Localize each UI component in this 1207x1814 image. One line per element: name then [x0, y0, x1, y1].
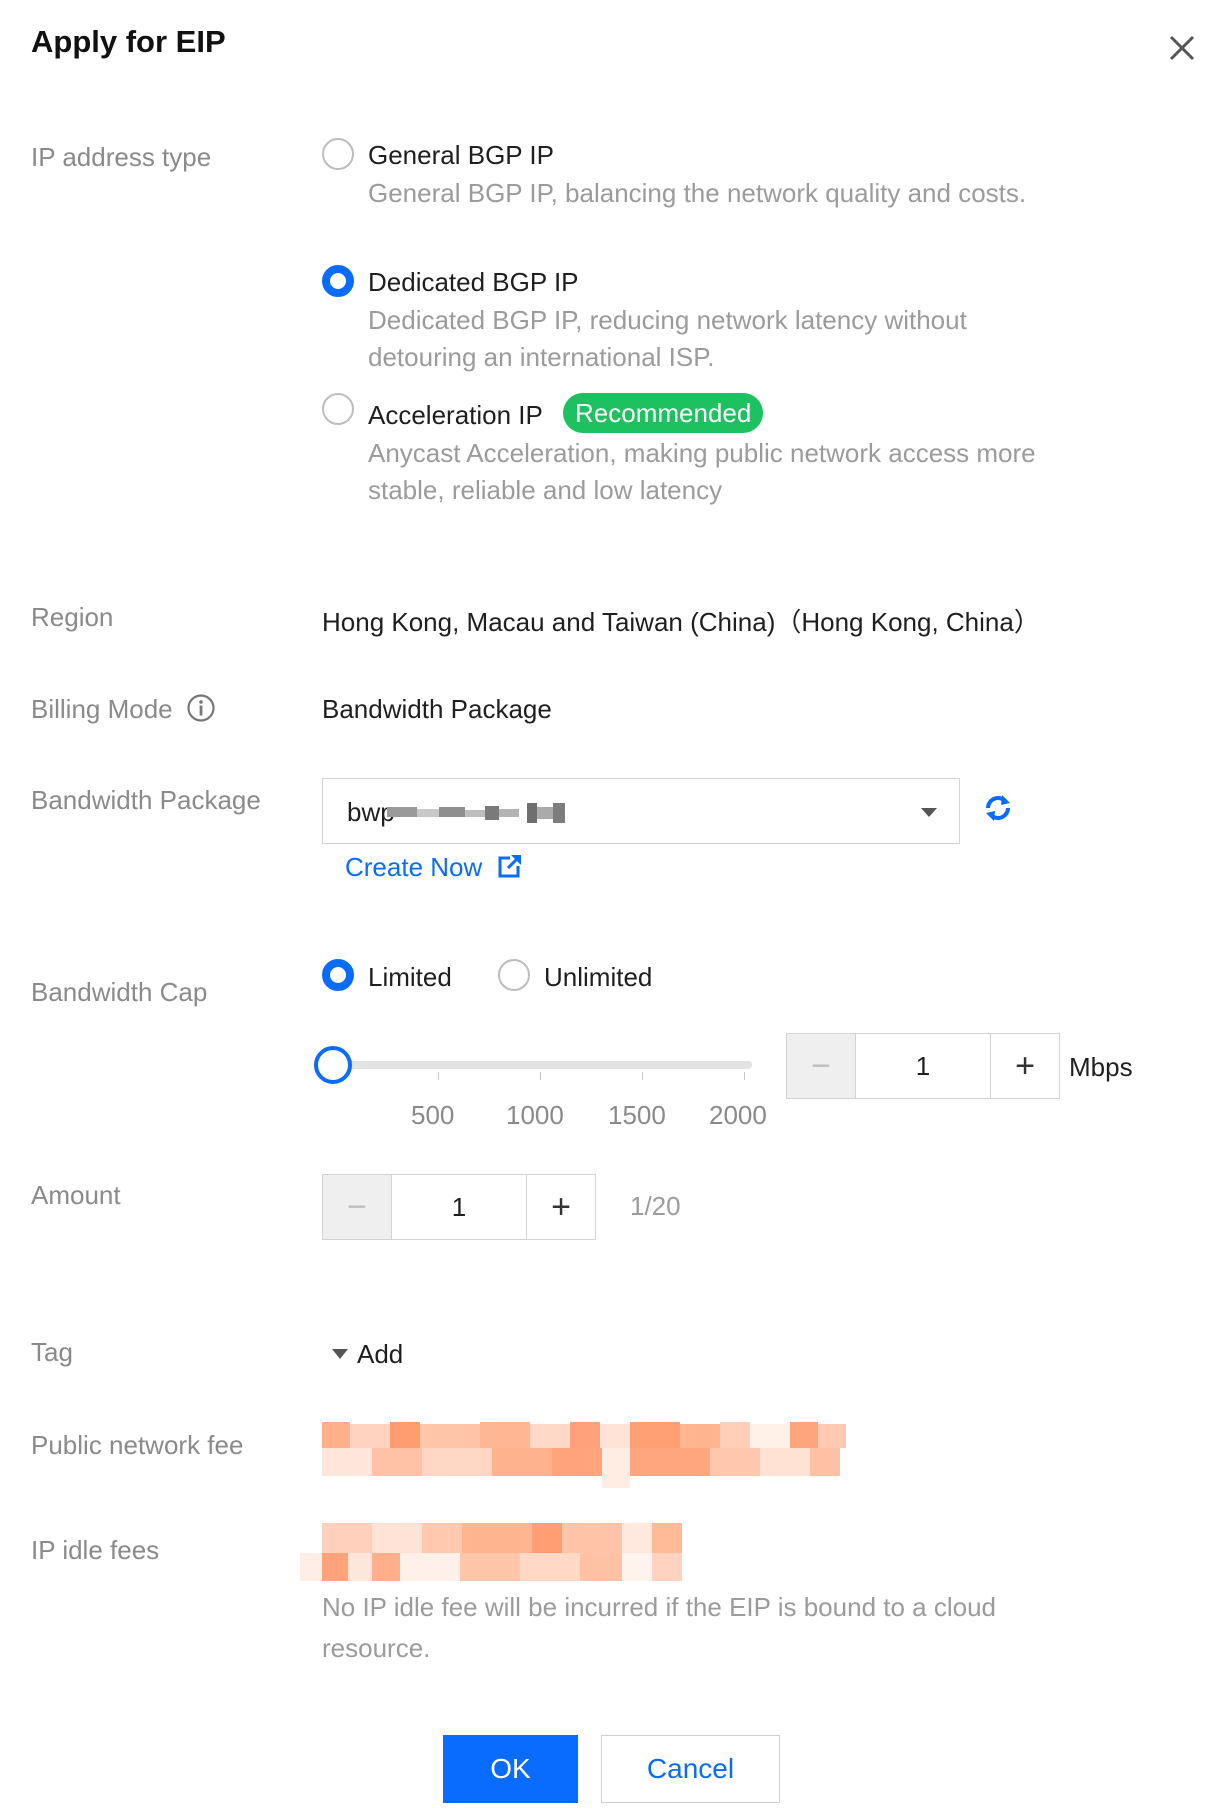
- bandwidth-package-label: Bandwidth Package: [31, 785, 261, 815]
- redacted-package-id: [387, 803, 565, 823]
- ok-button[interactable]: OK: [443, 1735, 578, 1803]
- slider-tick: [642, 1072, 643, 1080]
- bandwidth-package-select[interactable]: bwp: [322, 778, 960, 844]
- ip-type-label: IP address type: [31, 142, 212, 172]
- caret-down-icon: [332, 1349, 348, 1359]
- option-general-bgp-title: General BGP IP: [368, 140, 554, 170]
- tag-add-button[interactable]: Add: [357, 1339, 403, 1370]
- public-network-fee-label: Public network fee: [31, 1430, 244, 1460]
- bandwidth-increment-button[interactable]: +: [990, 1034, 1059, 1098]
- slider-tick-label: 1500: [608, 1100, 666, 1130]
- slider-tick: [438, 1072, 439, 1080]
- slider-tick: [540, 1072, 541, 1080]
- unlimited-label: Unlimited: [544, 962, 653, 992]
- amount-increment-button[interactable]: +: [526, 1175, 595, 1239]
- option-general-bgp-desc: General BGP IP, balancing the network qu…: [368, 178, 1027, 208]
- radio-limited[interactable]: [322, 959, 354, 991]
- bandwidth-slider-track[interactable]: [334, 1061, 752, 1069]
- region-label: Region: [31, 602, 114, 632]
- slider-tick-label: 2000: [709, 1100, 767, 1130]
- slider-tick-label: 500: [411, 1100, 455, 1130]
- redacted-idle-fee: [300, 1523, 682, 1581]
- radio-dedicated-bgp[interactable]: [322, 265, 354, 297]
- create-now-link[interactable]: Create Now: [345, 852, 522, 883]
- bandwidth-stepper: − 1 +: [786, 1033, 1060, 1099]
- slider-tick: [744, 1072, 745, 1080]
- bandwidth-value-input[interactable]: 1: [855, 1034, 991, 1098]
- amount-quota: 1/20: [630, 1191, 681, 1221]
- radio-unlimited[interactable]: [498, 959, 530, 991]
- chevron-down-icon: [921, 808, 937, 817]
- amount-decrement-button[interactable]: −: [323, 1175, 392, 1239]
- amount-value-input[interactable]: 1: [391, 1175, 527, 1239]
- refresh-icon[interactable]: [980, 790, 1016, 826]
- ip-idle-fee-note: No IP idle fee will be incurred if the E…: [322, 1592, 996, 1663]
- bandwidth-decrement-button[interactable]: −: [787, 1034, 856, 1098]
- ip-idle-fees-label: IP idle fees: [31, 1535, 160, 1565]
- bandwidth-cap-label: Bandwidth Cap: [31, 977, 208, 1007]
- option-dedicated-bgp-desc: Dedicated BGP IP, reducing network laten…: [368, 305, 967, 372]
- info-icon[interactable]: [186, 693, 216, 723]
- option-acceleration-ip-title: Acceleration IP: [368, 400, 543, 430]
- apply-eip-dialog: Apply for EIP IP address type General BG…: [0, 0, 1207, 1814]
- cancel-button[interactable]: Cancel: [601, 1735, 780, 1803]
- external-link-icon: [498, 854, 521, 878]
- radio-general-bgp[interactable]: [322, 138, 354, 170]
- recommended-badge: Recommended: [563, 393, 764, 433]
- option-dedicated-bgp-title: Dedicated BGP IP: [368, 267, 579, 297]
- billing-mode-label: Billing Mode: [31, 694, 173, 724]
- limited-label: Limited: [368, 962, 452, 992]
- amount-label: Amount: [31, 1180, 121, 1210]
- dialog-title: Apply for EIP: [31, 24, 226, 59]
- billing-mode-value: Bandwidth Package: [322, 694, 552, 724]
- bandwidth-unit: Mbps: [1069, 1052, 1133, 1082]
- option-acceleration-ip-desc: Anycast Acceleration, making public netw…: [368, 438, 1036, 505]
- slider-tick-label: 1000: [506, 1100, 564, 1130]
- tag-label: Tag: [31, 1337, 73, 1367]
- create-now-label: Create Now: [345, 852, 483, 882]
- radio-acceleration-ip[interactable]: [322, 393, 354, 425]
- bandwidth-slider-handle[interactable]: [314, 1046, 352, 1084]
- region-value: Hong Kong, Macau and Taiwan (China)（Hong…: [322, 607, 1040, 637]
- close-icon[interactable]: [1162, 28, 1202, 68]
- amount-stepper: − 1 +: [322, 1174, 596, 1240]
- redacted-public-fee: [322, 1422, 846, 1488]
